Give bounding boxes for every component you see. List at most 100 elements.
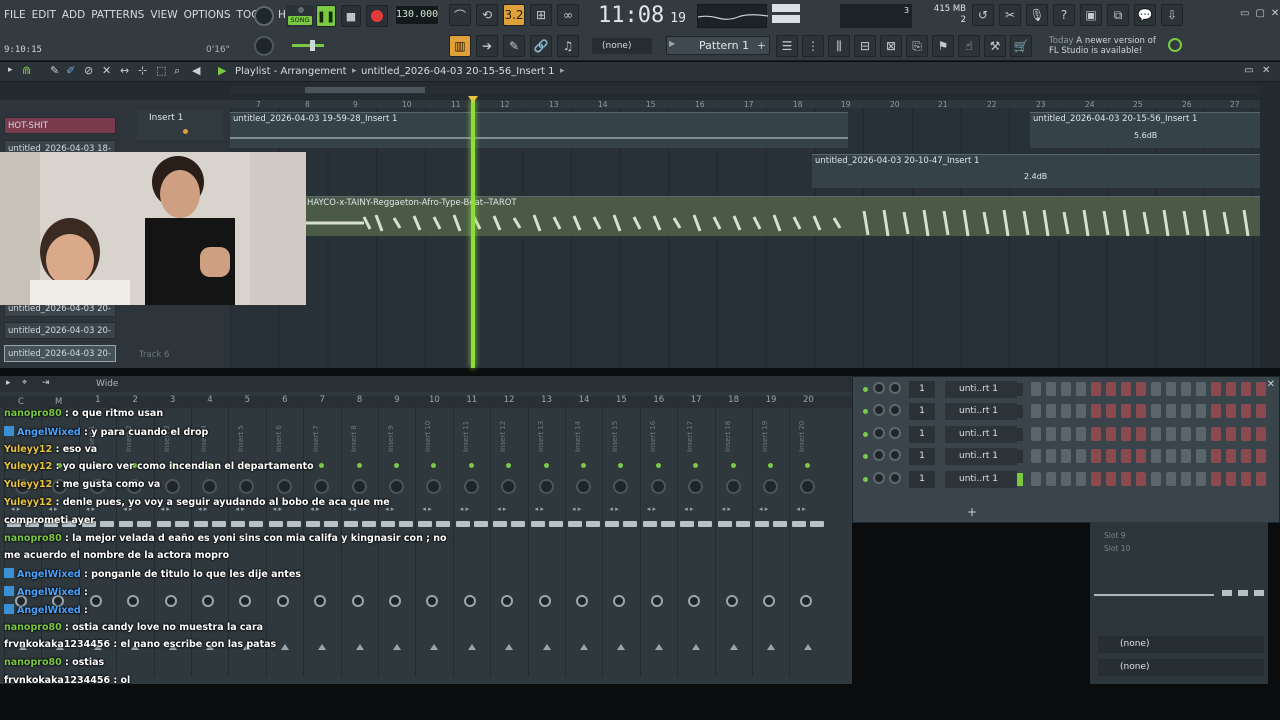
draw-icon[interactable]: ✎ [503,35,525,57]
pan-knob[interactable] [576,479,591,494]
channel-name[interactable]: unti..rt 1 [945,403,1017,421]
channel-select-led[interactable] [1017,450,1023,464]
step-button[interactable] [1166,404,1176,419]
update-icon[interactable] [1168,38,1182,52]
step-button[interactable] [1151,449,1161,464]
route-arrow-icon[interactable] [729,644,738,650]
channel-led[interactable] [863,476,868,482]
step-button[interactable] [1136,449,1146,464]
save-icon[interactable]: ▣ [1080,4,1102,26]
send-knob[interactable] [501,595,514,607]
route-arrow-icon[interactable] [542,644,551,650]
step-button[interactable] [1256,471,1266,486]
step-button[interactable] [1046,471,1056,486]
step-button[interactable] [1151,382,1161,396]
delete-tool-icon[interactable]: ⊘ [84,64,93,77]
playlist-menu-icon[interactable]: ▸ [8,65,13,75]
step-button[interactable] [1061,382,1071,396]
menu-patterns[interactable]: PATTERNS [91,9,144,21]
pan-knob[interactable] [501,479,517,494]
step-button[interactable] [1151,426,1161,441]
audio-clip[interactable]: untitled_2026-04-03 20-10-47_Insert 1 2.… [812,154,1260,188]
playhead-marker-icon[interactable] [468,96,478,103]
step-button[interactable] [1196,382,1206,396]
route-arrow-icon[interactable] [767,644,775,650]
step-button[interactable] [1121,382,1131,396]
song-clock[interactable]: 11:08 19 [598,2,690,30]
audio-clip-beat[interactable]: HAYCO-x-TAINY-Reggaeton-Afro-Type-Beat--… [304,196,1260,237]
channel-route[interactable]: 1 [909,403,935,421]
channel-pan-knob[interactable] [873,471,885,484]
step-button[interactable] [1106,404,1116,419]
add-channel-icon[interactable]: + [967,505,977,519]
send-fader-2[interactable] [1238,590,1248,596]
step-button[interactable] [1091,449,1101,464]
mixer-strip[interactable]: 18 Insert 18 ◂ ▸ [714,395,751,676]
pan-knob[interactable] [800,479,816,494]
channel-route[interactable]: 1 [909,448,935,466]
master-volume-knob[interactable] [254,6,274,26]
send-fader-3[interactable] [1254,590,1264,596]
route-arrow-icon[interactable] [804,644,813,650]
volume-fader[interactable] [755,521,769,527]
send-knob[interactable] [576,595,588,607]
cut-icon[interactable]: ✂ [999,4,1021,26]
step-button[interactable] [1151,404,1161,419]
project-info-icon[interactable]: ⎘ [906,35,928,57]
step-button[interactable] [1046,426,1056,441]
send-knob[interactable] [613,595,626,607]
master-pitch-knob[interactable] [254,36,274,56]
send-fader-1[interactable] [1222,590,1232,596]
speaker-tool-icon[interactable]: ◀ [192,64,200,77]
stereo-fader[interactable] [773,521,787,527]
step-button[interactable] [1241,404,1251,419]
pan-knob[interactable] [688,479,704,494]
download-icon[interactable]: ⇩ [1161,4,1183,26]
mixer-arrow-icon[interactable]: ⇥ [42,378,50,388]
step-button[interactable] [1121,426,1131,441]
record-button[interactable] [366,5,388,27]
piano-roll-icon[interactable]: ▥ [449,35,471,57]
chat-username[interactable]: AngelWixed [17,587,81,598]
step-button[interactable] [1121,449,1131,464]
step-button[interactable] [1091,382,1101,396]
mute-led[interactable] [468,463,474,468]
pencil-tool-icon[interactable]: ✎ [50,64,59,77]
mute-led[interactable] [730,463,736,468]
step-button[interactable] [1166,382,1176,396]
mixer-menu-icon[interactable]: ▸ [6,378,11,388]
channel-pan-knob[interactable] [873,404,885,417]
rack-channel-row[interactable]: 1 unti..rt 1 [859,381,1277,398]
channel-route[interactable]: 1 [909,470,935,488]
chat-username[interactable]: Yuleyy12 [4,444,52,455]
step-button[interactable] [1076,382,1086,396]
chat-username[interactable]: nanopro80 [4,533,62,544]
timeline-ruler[interactable]: 7 8 9 10 11 12 13 14 15 16 17 18 19 20 2… [230,100,1260,109]
mixer-strip[interactable]: 20 Insert 20 ◂ ▸ [789,395,825,676]
step-button[interactable] [1106,449,1116,464]
slice-tool-icon[interactable]: ⊹ [138,64,147,77]
channel-pan-knob[interactable] [873,382,885,394]
pattern-item[interactable]: untitled_2026-04-03 20- [4,345,116,362]
master-volume-slider[interactable] [292,40,324,51]
chat-username[interactable]: nanopro80 [4,408,62,419]
step-button[interactable] [1061,449,1071,464]
plugin-icon[interactable]: ⚑ [932,35,954,57]
channel-route[interactable]: 1 [909,381,935,398]
channel-select-led[interactable] [1017,472,1023,486]
slip-tool-icon[interactable]: ↔ [120,64,129,77]
update-notice[interactable]: Today A newer version of FL Studio is av… [1049,36,1161,60]
chat-username[interactable]: Yuleyy12 [4,461,52,472]
step-button[interactable] [1031,382,1041,396]
route-arrow-icon[interactable] [617,644,626,650]
step-button[interactable] [1121,471,1131,486]
step-button[interactable] [1211,449,1221,464]
playhead[interactable] [471,100,475,368]
stereo-fader[interactable] [473,521,488,527]
step-button[interactable] [1241,426,1251,441]
send-knob[interactable] [725,595,738,607]
channel-name[interactable]: unti..rt 1 [945,470,1017,488]
pan-knob[interactable] [613,479,629,494]
step-button[interactable] [1256,382,1266,396]
microphone-icon[interactable]: 🎙 [1026,4,1048,26]
